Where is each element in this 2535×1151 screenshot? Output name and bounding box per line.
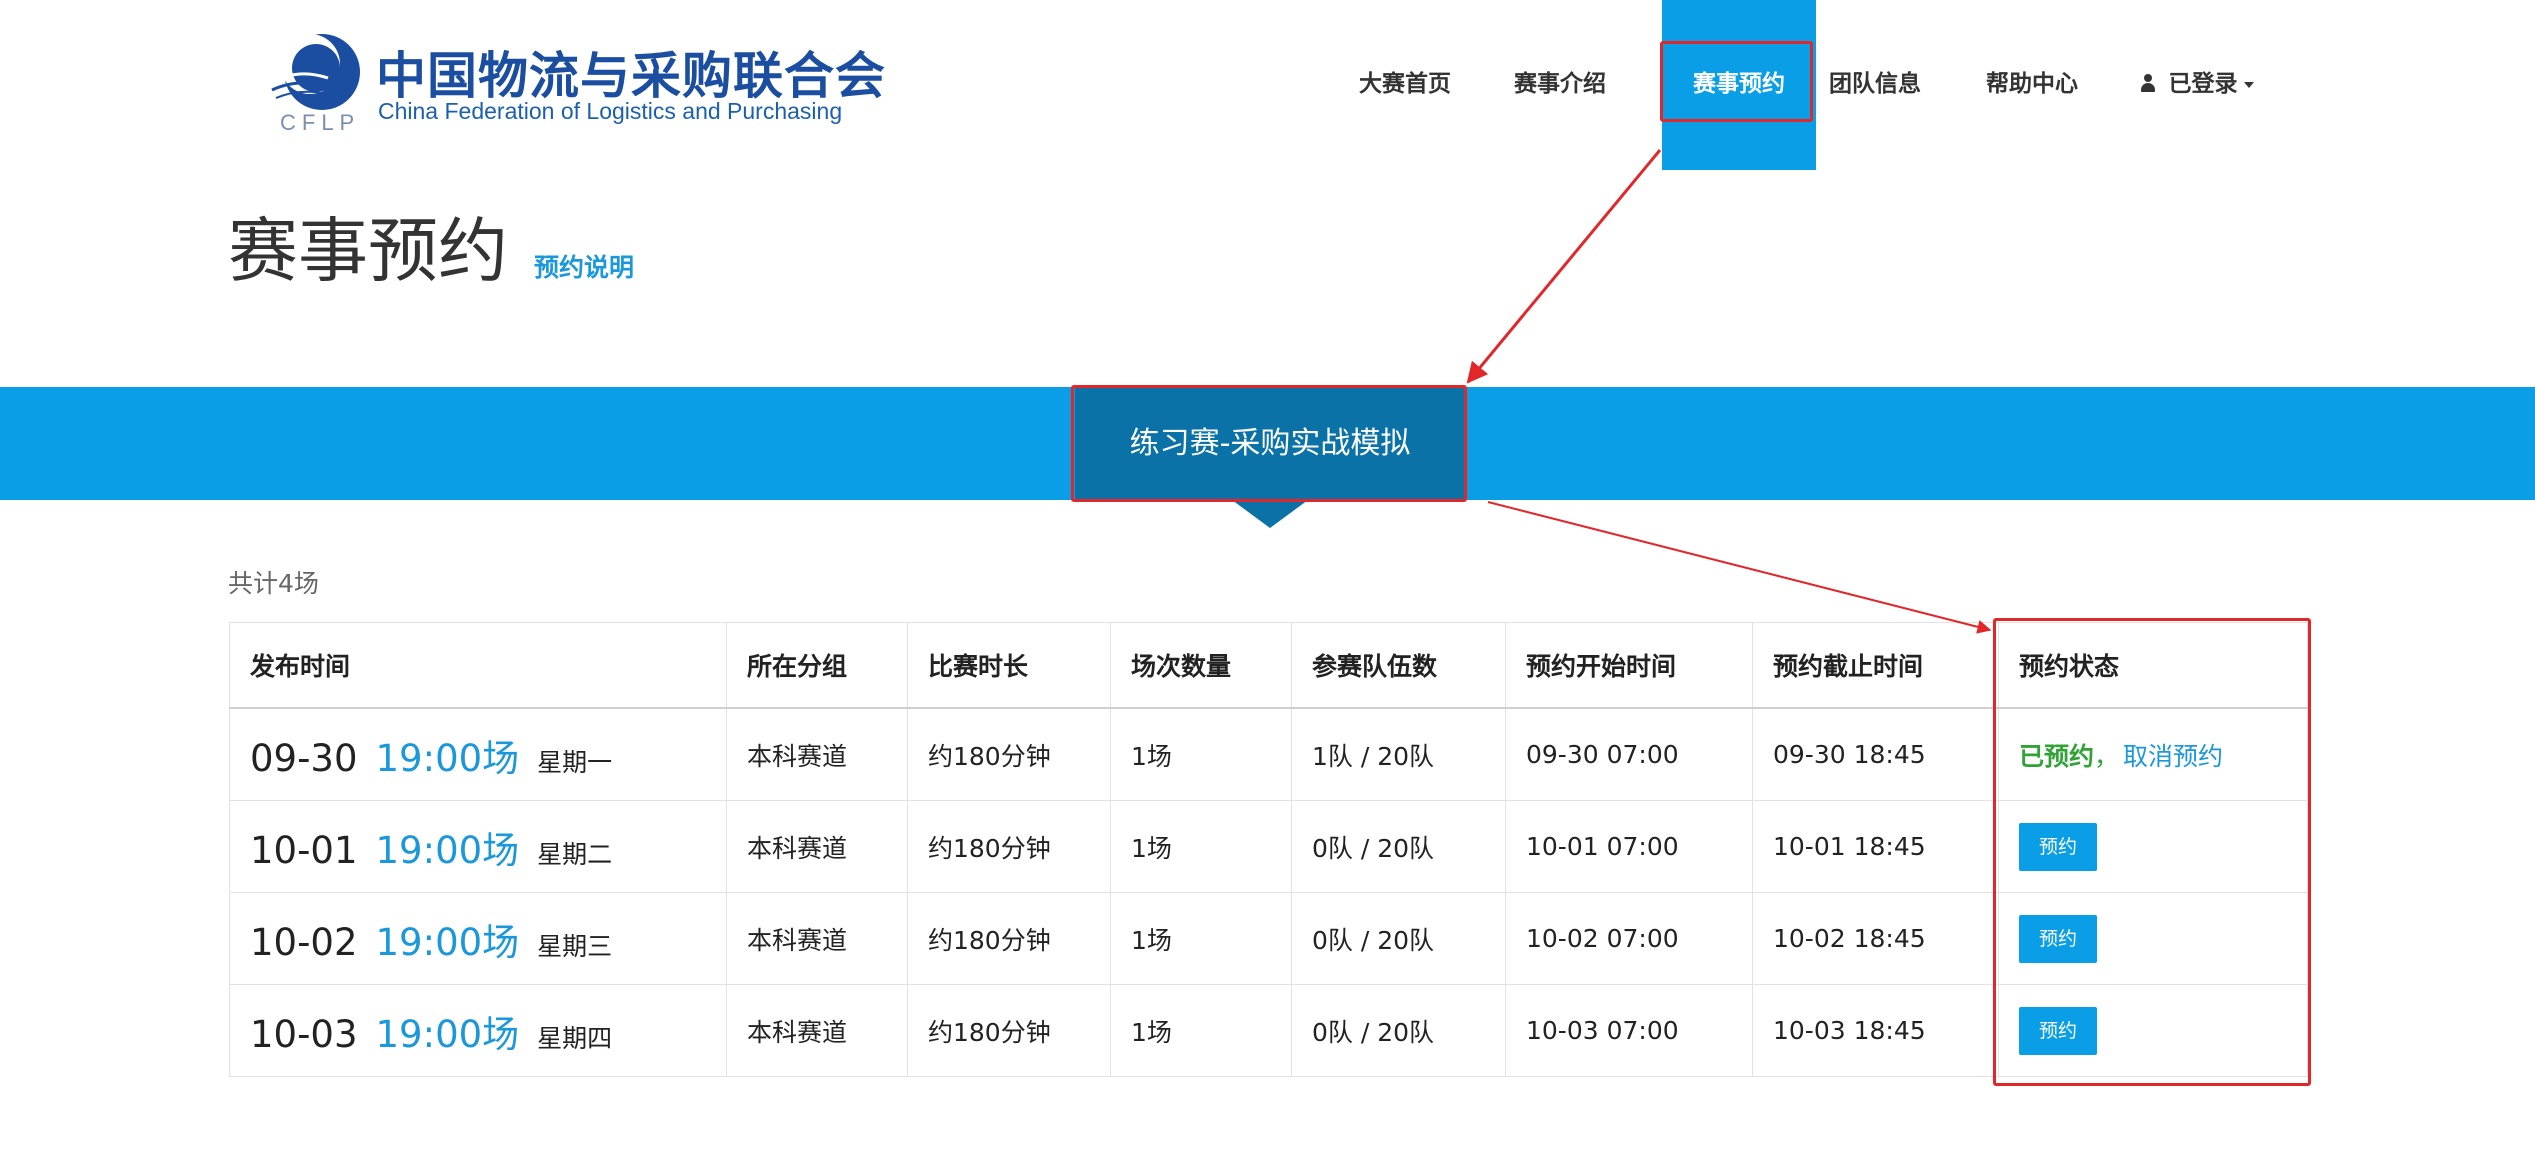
row-date: 10-01 xyxy=(250,828,358,872)
cell-team-count: 0队 / 20队 xyxy=(1291,892,1506,985)
cell-group: 本科赛道 xyxy=(726,892,908,985)
total-count: 共计4场 xyxy=(228,569,319,598)
annotation-arrow-nav-to-tab xyxy=(1466,149,1662,384)
cell-publish-time: 09-30 19:00场 星期一 xyxy=(229,707,727,801)
cell-booking-start: 09-30 07:00 xyxy=(1505,707,1753,801)
cell-booking-end: 10-03 18:45 xyxy=(1752,984,1999,1077)
row-date: 09-30 xyxy=(250,736,358,780)
cell-duration: 约180分钟 xyxy=(907,984,1111,1077)
reservation-help-link[interactable]: 预约说明 xyxy=(534,248,634,284)
cell-booking-end: 10-02 18:45 xyxy=(1752,892,1999,985)
cell-duration: 约180分钟 xyxy=(907,707,1111,801)
header-booking-end: 预约截止时间 xyxy=(1752,622,1999,709)
cell-session-count: 1场 xyxy=(1110,800,1292,893)
cell-booking-start: 10-03 07:00 xyxy=(1505,984,1753,1077)
row-weekday: 星期一 xyxy=(537,747,613,777)
site-logo[interactable]: CFLP 中国物流与采购联合会 China Federation of Logi… xyxy=(268,28,885,138)
header-booking-start: 预约开始时间 xyxy=(1505,622,1753,709)
cell-publish-time: 10-03 19:00场 星期四 xyxy=(229,984,727,1077)
page-title: 赛事预约 xyxy=(228,210,508,292)
row-date: 10-02 xyxy=(250,920,358,964)
annotation-highlight-tab xyxy=(1071,385,1467,502)
nav-item-help[interactable]: 帮助中心 xyxy=(1962,0,2102,170)
nav-item-team[interactable]: 团队信息 xyxy=(1805,0,1945,170)
user-icon xyxy=(2140,74,2155,92)
cell-booking-end: 10-01 18:45 xyxy=(1752,800,1999,893)
row-weekday: 星期四 xyxy=(537,1023,613,1053)
cell-team-count: 0队 / 20队 xyxy=(1291,984,1506,1077)
cell-session-count: 1场 xyxy=(1110,707,1292,801)
logo-english-name: China Federation of Logistics and Purcha… xyxy=(378,98,843,124)
row-time: 19:00场 xyxy=(375,920,520,964)
user-menu-label: 已登录 xyxy=(2168,71,2238,97)
nav-item-intro[interactable]: 赛事介绍 xyxy=(1490,0,1630,170)
row-time: 19:00场 xyxy=(375,828,520,872)
row-time: 19:00场 xyxy=(375,736,520,780)
cell-group: 本科赛道 xyxy=(726,707,908,801)
cell-booking-start: 10-02 07:00 xyxy=(1505,892,1753,985)
row-weekday: 星期三 xyxy=(537,931,613,961)
row-weekday: 星期二 xyxy=(537,839,613,869)
header-team-count: 参赛队伍数 xyxy=(1291,622,1506,709)
row-time: 19:00场 xyxy=(375,1012,520,1056)
annotation-highlight-status-column xyxy=(1993,618,2311,1086)
cell-group: 本科赛道 xyxy=(726,984,908,1077)
header-group: 所在分组 xyxy=(726,622,908,709)
header-duration: 比赛时长 xyxy=(907,622,1111,709)
cell-publish-time: 10-02 19:00场 星期三 xyxy=(229,892,727,985)
nav-user-menu[interactable]: 已登录 xyxy=(2117,0,2277,170)
cell-group: 本科赛道 xyxy=(726,800,908,893)
row-date: 10-03 xyxy=(250,1012,358,1056)
annotation-arrow-tab-to-status xyxy=(1487,501,1992,634)
caret-down-icon xyxy=(2243,82,2254,88)
cell-session-count: 1场 xyxy=(1110,984,1292,1077)
cell-team-count: 1队 / 20队 xyxy=(1291,707,1506,801)
cell-booking-start: 10-01 07:00 xyxy=(1505,800,1753,893)
cell-duration: 约180分钟 xyxy=(907,800,1111,893)
header-publish-time: 发布时间 xyxy=(229,622,727,709)
cell-team-count: 0队 / 20队 xyxy=(1291,800,1506,893)
annotation-highlight-nav xyxy=(1660,41,1813,122)
active-tab-pointer xyxy=(1232,500,1308,528)
cell-session-count: 1场 xyxy=(1110,892,1292,985)
logo-abbr: CFLP xyxy=(280,110,361,135)
header-session-count: 场次数量 xyxy=(1110,622,1292,709)
cell-booking-end: 09-30 18:45 xyxy=(1752,707,1999,801)
cell-publish-time: 10-01 19:00场 星期二 xyxy=(229,800,727,893)
nav-item-home[interactable]: 大赛首页 xyxy=(1335,0,1475,170)
cell-duration: 约180分钟 xyxy=(907,892,1111,985)
